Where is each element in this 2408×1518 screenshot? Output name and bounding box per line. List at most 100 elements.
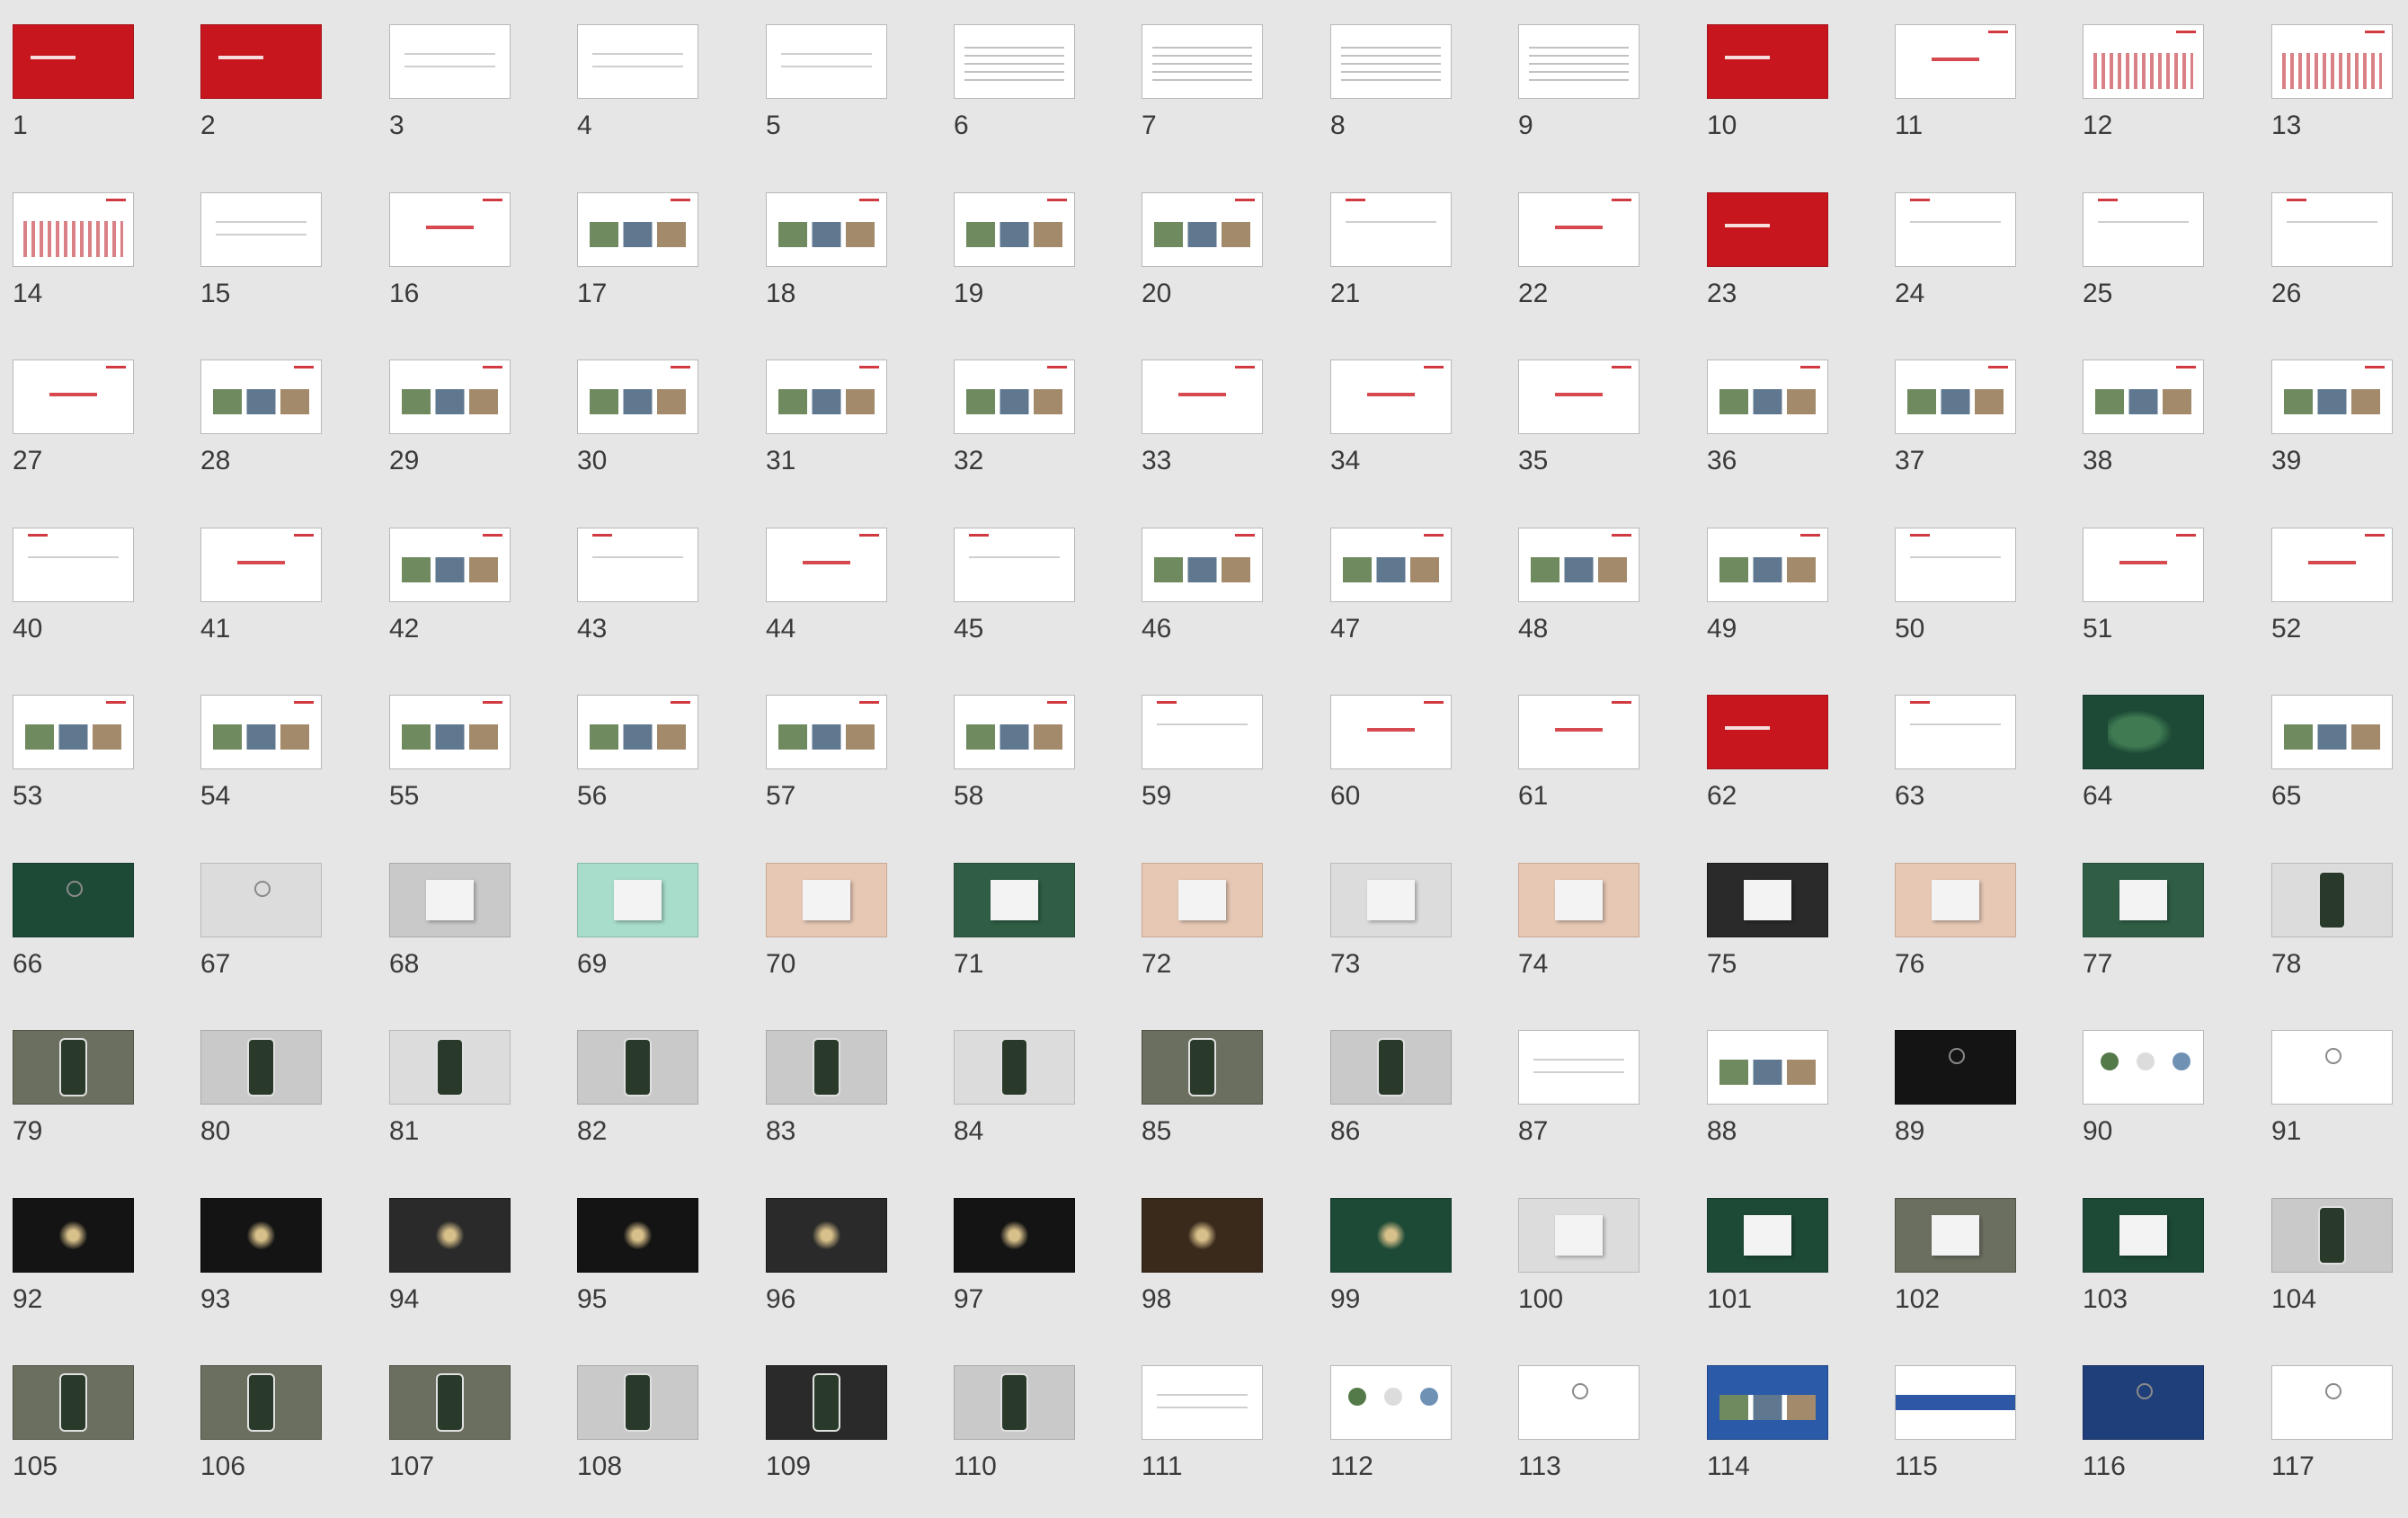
slide-preview-image[interactable] — [1142, 360, 1263, 434]
slide-thumbnail-110[interactable]: 110 — [954, 1365, 1097, 1518]
slide-thumbnail-55[interactable]: 55 — [389, 695, 533, 848]
slide-thumbnail-59[interactable]: 59 — [1142, 695, 1285, 848]
slide-thumbnail-3[interactable]: 3 — [389, 24, 533, 177]
slide-thumbnail-25[interactable]: 25 — [2083, 192, 2226, 345]
slide-preview-image[interactable] — [1707, 1030, 1828, 1105]
slide-thumbnail-57[interactable]: 57 — [766, 695, 910, 848]
slide-preview-image[interactable] — [1707, 1198, 1828, 1273]
slide-preview-image[interactable] — [2083, 1030, 2204, 1105]
slide-preview-image[interactable] — [200, 192, 322, 267]
slide-thumbnail-78[interactable]: 78 — [2271, 863, 2408, 1016]
slide-preview-image[interactable] — [1330, 863, 1452, 937]
slide-thumbnail-42[interactable]: 42 — [389, 528, 533, 680]
slide-preview-image[interactable] — [13, 192, 134, 267]
slide-preview-image[interactable] — [1518, 863, 1639, 937]
slide-preview-image[interactable] — [1895, 1365, 2016, 1440]
slide-thumbnail-48[interactable]: 48 — [1518, 528, 1662, 680]
slide-preview-image[interactable] — [1707, 695, 1828, 769]
slide-thumbnail-113[interactable]: 113 — [1518, 1365, 1662, 1518]
slide-thumbnail-69[interactable]: 69 — [577, 863, 721, 1016]
slide-thumbnail-6[interactable]: 6 — [954, 24, 1097, 177]
slide-thumbnail-31[interactable]: 31 — [766, 360, 910, 512]
slide-thumbnail-84[interactable]: 84 — [954, 1030, 1097, 1183]
slide-preview-image[interactable] — [389, 695, 511, 769]
slide-preview-image[interactable] — [766, 360, 887, 434]
slide-preview-image[interactable] — [389, 1365, 511, 1440]
slide-preview-image[interactable] — [1142, 192, 1263, 267]
slide-preview-image[interactable] — [954, 695, 1075, 769]
slide-thumbnail-14[interactable]: 14 — [13, 192, 156, 345]
slide-thumbnail-66[interactable]: 66 — [13, 863, 156, 1016]
slide-thumbnail-79[interactable]: 79 — [13, 1030, 156, 1183]
slide-preview-image[interactable] — [1707, 1365, 1828, 1440]
slide-preview-image[interactable] — [200, 24, 322, 99]
slide-thumbnail-95[interactable]: 95 — [577, 1198, 721, 1351]
slide-preview-image[interactable] — [1895, 360, 2016, 434]
slide-preview-image[interactable] — [1518, 192, 1639, 267]
slide-thumbnail-71[interactable]: 71 — [954, 863, 1097, 1016]
slide-preview-image[interactable] — [1518, 1030, 1639, 1105]
slide-thumbnail-46[interactable]: 46 — [1142, 528, 1285, 680]
slide-preview-image[interactable] — [1142, 528, 1263, 602]
slide-preview-image[interactable] — [1518, 24, 1639, 99]
slide-preview-image[interactable] — [954, 360, 1075, 434]
slide-thumbnail-72[interactable]: 72 — [1142, 863, 1285, 1016]
slide-thumbnail-74[interactable]: 74 — [1518, 863, 1662, 1016]
slide-thumbnail-90[interactable]: 90 — [2083, 1030, 2226, 1183]
slide-preview-image[interactable] — [2083, 192, 2204, 267]
slide-preview-image[interactable] — [1142, 24, 1263, 99]
slide-preview-image[interactable] — [1142, 1365, 1263, 1440]
slide-thumbnail-28[interactable]: 28 — [200, 360, 344, 512]
slide-preview-image[interactable] — [2083, 1198, 2204, 1273]
slide-thumbnail-77[interactable]: 77 — [2083, 863, 2226, 1016]
slide-preview-image[interactable] — [1330, 192, 1452, 267]
slide-thumbnail-58[interactable]: 58 — [954, 695, 1097, 848]
slide-preview-image[interactable] — [2271, 360, 2393, 434]
slide-thumbnail-81[interactable]: 81 — [389, 1030, 533, 1183]
slide-preview-image[interactable] — [1142, 1030, 1263, 1105]
slide-preview-image[interactable] — [1707, 528, 1828, 602]
slide-thumbnail-51[interactable]: 51 — [2083, 528, 2226, 680]
slide-preview-image[interactable] — [577, 1198, 698, 1273]
slide-preview-image[interactable] — [13, 863, 134, 937]
slide-thumbnail-32[interactable]: 32 — [954, 360, 1097, 512]
slide-preview-image[interactable] — [389, 360, 511, 434]
slide-preview-image[interactable] — [1895, 695, 2016, 769]
slide-thumbnail-53[interactable]: 53 — [13, 695, 156, 848]
slide-thumbnail-63[interactable]: 63 — [1895, 695, 2039, 848]
slide-preview-image[interactable] — [1518, 528, 1639, 602]
slide-preview-image[interactable] — [954, 1198, 1075, 1273]
slide-thumbnail-114[interactable]: 114 — [1707, 1365, 1851, 1518]
slide-preview-image[interactable] — [389, 528, 511, 602]
slide-preview-image[interactable] — [577, 695, 698, 769]
slide-preview-image[interactable] — [13, 1365, 134, 1440]
slide-thumbnail-8[interactable]: 8 — [1330, 24, 1474, 177]
slide-thumbnail-10[interactable]: 10 — [1707, 24, 1851, 177]
slide-preview-image[interactable] — [2271, 863, 2393, 937]
slide-preview-image[interactable] — [577, 24, 698, 99]
slide-thumbnail-115[interactable]: 115 — [1895, 1365, 2039, 1518]
slide-thumbnail-80[interactable]: 80 — [200, 1030, 344, 1183]
slide-preview-image[interactable] — [200, 1030, 322, 1105]
slide-thumbnail-35[interactable]: 35 — [1518, 360, 1662, 512]
slide-thumbnail-106[interactable]: 106 — [200, 1365, 344, 1518]
slide-thumbnail-29[interactable]: 29 — [389, 360, 533, 512]
slide-preview-image[interactable] — [766, 695, 887, 769]
slide-thumbnail-5[interactable]: 5 — [766, 24, 910, 177]
slide-preview-image[interactable] — [200, 1365, 322, 1440]
slide-thumbnail-17[interactable]: 17 — [577, 192, 721, 345]
slide-preview-image[interactable] — [1707, 24, 1828, 99]
slide-preview-image[interactable] — [200, 1198, 322, 1273]
slide-preview-image[interactable] — [1518, 1365, 1639, 1440]
slide-preview-image[interactable] — [200, 863, 322, 937]
slide-thumbnail-112[interactable]: 112 — [1330, 1365, 1474, 1518]
slide-preview-image[interactable] — [13, 528, 134, 602]
slide-thumbnail-30[interactable]: 30 — [577, 360, 721, 512]
slide-preview-image[interactable] — [954, 192, 1075, 267]
slide-thumbnail-76[interactable]: 76 — [1895, 863, 2039, 1016]
slide-thumbnail-75[interactable]: 75 — [1707, 863, 1851, 1016]
slide-preview-image[interactable] — [1142, 863, 1263, 937]
slide-preview-image[interactable] — [389, 24, 511, 99]
slide-preview-image[interactable] — [13, 1030, 134, 1105]
slide-thumbnail-61[interactable]: 61 — [1518, 695, 1662, 848]
